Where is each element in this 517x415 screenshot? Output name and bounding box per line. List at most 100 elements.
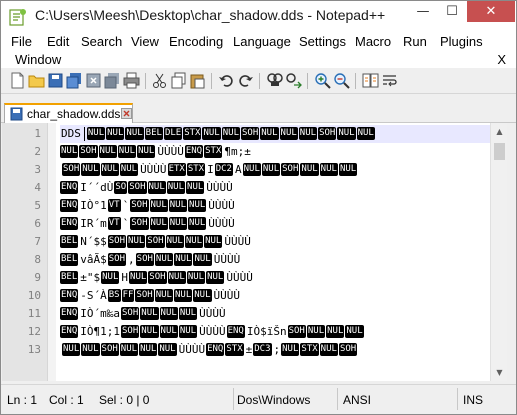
redo-icon[interactable] xyxy=(237,72,254,89)
control-char-badge: NUL xyxy=(221,127,240,140)
control-char-badge: NUL xyxy=(154,289,173,302)
control-char-badge: BEL xyxy=(60,271,79,284)
find-icon[interactable] xyxy=(266,72,283,89)
control-char-badge: VT xyxy=(107,199,121,212)
menu-edit[interactable]: Edit xyxy=(47,34,69,49)
control-char-badge: SOH xyxy=(130,217,149,230)
control-char-badge: ENQ xyxy=(60,307,79,320)
paste-icon[interactable] xyxy=(189,72,206,89)
control-char-badge: NUL xyxy=(62,343,81,356)
toolbar-separator xyxy=(145,73,146,89)
editor-line[interactable]: ENQ IÒ¶1;1 SOH NUL NUL NUL ÙÙÙÙ ENQ IÒ$ïŠn SOH NU… xyxy=(60,323,490,341)
replace-icon[interactable] xyxy=(285,72,302,89)
text-run: ÙÙÙÙ xyxy=(178,343,206,356)
editor-line[interactable]: ENQ -S´À BS FF SOH NUL NUL NUL ÙÙÙÙ xyxy=(60,287,490,305)
text-run: ±"$ xyxy=(80,271,101,284)
status-selection: Sel : 0 | 0 xyxy=(99,393,150,407)
editor-line[interactable]: BEL N´$$ SOH NUL SOH NUL NUL NUL ÙÙÙÙ xyxy=(60,233,490,251)
editor-line[interactable]: NUL SOH NUL NUL NUL ÙÙÙÙ ENQ STX ¶m;± xyxy=(60,143,490,161)
word-wrap-icon[interactable] xyxy=(381,72,398,89)
control-char-badge: NUL xyxy=(281,343,300,356)
control-char-badge: SOH xyxy=(135,253,154,266)
text-editor[interactable]: 1 2 3 4 5 6 7 8 9 10 11 12 13 DDS NUL NUL NUL BEL DLE STX… xyxy=(2,123,490,381)
maximize-button[interactable]: ☐ xyxy=(438,1,466,22)
text-run: ± xyxy=(245,343,253,356)
close-document-button[interactable]: X xyxy=(497,52,506,67)
line-number: 12 xyxy=(27,325,41,338)
control-char-badge: NUL xyxy=(204,235,223,248)
editor-line[interactable]: ENQ IÒ´m‰a SOH NUL NUL NUL ÙÙÙÙ xyxy=(60,305,490,323)
control-char-badge: SOH xyxy=(148,271,167,284)
editor-line[interactable]: ENQ IÒ°1 VT ` SOH NUL NUL NUL ÙÙÙÙ xyxy=(60,197,490,215)
menu-macro[interactable]: Macro xyxy=(355,34,391,49)
control-char-badge: NUL xyxy=(167,271,186,284)
title-bar[interactable]: C:\Users\Meesh\Desktop\char_shadow.dds -… xyxy=(1,1,516,32)
menu-plugins[interactable]: Plugins xyxy=(440,34,483,49)
save-all-icon[interactable] xyxy=(66,72,83,89)
scroll-down-arrow-icon[interactable]: ▼ xyxy=(491,364,508,381)
sync-scroll-icon[interactable] xyxy=(362,72,379,89)
tab-char-shadow[interactable]: char_shadow.dds xyxy=(4,103,133,124)
zoom-in-icon[interactable] xyxy=(314,72,331,89)
control-char-badge: SOH xyxy=(79,145,98,158)
minimize-button[interactable]: — xyxy=(409,1,437,22)
status-bar: Ln : 1 Col : 1 Sel : 0 | 0 Dos\Windows A… xyxy=(1,384,516,414)
editor-line[interactable]: NUL NUL SOH NUL NUL NUL ÙÙÙÙ ENQ STX ± DC3; NUL STX N… xyxy=(60,341,490,359)
control-char-badge: SOH xyxy=(241,127,260,140)
editor-line[interactable]: ENQ I´´dÙ SO SOH NUL NUL NUL ÙÙÙÙ xyxy=(60,179,490,197)
editor-line[interactable]: SOH NUL NUL NUL ÙÙÙÙ ETX STX I DC2 A NUL NUL SOH NUL… xyxy=(60,161,490,179)
control-char-badge: NUL xyxy=(117,145,137,158)
close-all-icon[interactable] xyxy=(104,72,121,89)
text-run: , xyxy=(128,253,135,266)
control-char-badge: DC2 xyxy=(214,163,233,176)
notepadpp-app-icon xyxy=(9,9,26,26)
close-icon[interactable] xyxy=(85,72,102,89)
zoom-out-icon[interactable] xyxy=(333,72,350,89)
control-char-badge: NUL xyxy=(193,253,212,266)
scroll-thumb[interactable] xyxy=(494,143,505,160)
menu-settings[interactable]: Settings xyxy=(299,34,346,49)
control-char-badge: NUL xyxy=(127,235,146,248)
control-char-badge: SOH xyxy=(338,343,358,356)
menu-language[interactable]: Language xyxy=(233,34,291,49)
save-icon[interactable] xyxy=(47,72,64,89)
editor-line[interactable]: BEL vâÃ$ SOH, SOH NUL NUL NUL ÙÙÙÙ xyxy=(60,251,490,269)
print-icon[interactable] xyxy=(123,72,140,89)
editor-line[interactable]: BEL ±"$ NUL H NUL SOH NUL NUL NUL ÙÙÙÙ xyxy=(60,269,490,287)
control-char-badge: SOH xyxy=(107,253,127,266)
control-char-badge: NUL xyxy=(129,271,148,284)
control-char-badge: ENQ xyxy=(60,217,79,230)
status-column: Col : 1 xyxy=(49,393,84,407)
menu-view[interactable]: View xyxy=(131,34,159,49)
notepadpp-window: C:\Users\Meesh\Desktop\char_shadow.dds -… xyxy=(0,0,517,415)
control-char-badge: ENQ xyxy=(60,181,79,194)
editor-line[interactable]: ENQ IR´m VT ` SOH NUL NUL NUL ÙÙÙÙ xyxy=(60,215,490,233)
editor-line[interactable]: DDS NUL NUL NUL BEL DLE STX NUL NUL SOH NUL NUL NUL… xyxy=(60,125,490,143)
control-char-badge: NUL xyxy=(206,271,225,284)
menu-encoding[interactable]: Encoding xyxy=(169,34,223,49)
menu-run[interactable]: Run xyxy=(403,34,427,49)
undo-icon[interactable] xyxy=(218,72,235,89)
scroll-up-arrow-icon[interactable]: ▲ xyxy=(491,123,508,140)
menu-file[interactable]: File xyxy=(11,34,32,49)
status-insert-mode: INS xyxy=(463,393,484,407)
toolbar-separator xyxy=(307,73,308,89)
status-separator xyxy=(233,388,234,410)
menu-search[interactable]: Search xyxy=(81,34,122,49)
menu-window[interactable]: Window xyxy=(15,52,61,67)
close-window-button[interactable]: ✕ xyxy=(467,1,515,22)
open-file-icon[interactable] xyxy=(28,72,45,89)
text-run: ÙÙÙÙ xyxy=(157,145,184,158)
control-char-badge: NUL xyxy=(159,325,178,338)
new-file-icon[interactable] xyxy=(9,72,26,89)
code-area[interactable]: DDS NUL NUL NUL BEL DLE STX NUL NUL SOH NUL NUL NUL… xyxy=(60,123,490,381)
control-char-badge: NUL xyxy=(319,163,338,176)
vertical-scrollbar[interactable]: ▲ ▼ xyxy=(490,123,507,381)
copy-icon[interactable] xyxy=(170,72,187,89)
cut-icon[interactable] xyxy=(151,72,168,89)
control-char-badge: SOH xyxy=(121,325,140,338)
line-number: 3 xyxy=(34,163,41,176)
control-char-badge: NUL xyxy=(326,325,345,338)
tab-close-icon[interactable] xyxy=(121,108,132,119)
line-number: 10 xyxy=(27,289,41,302)
